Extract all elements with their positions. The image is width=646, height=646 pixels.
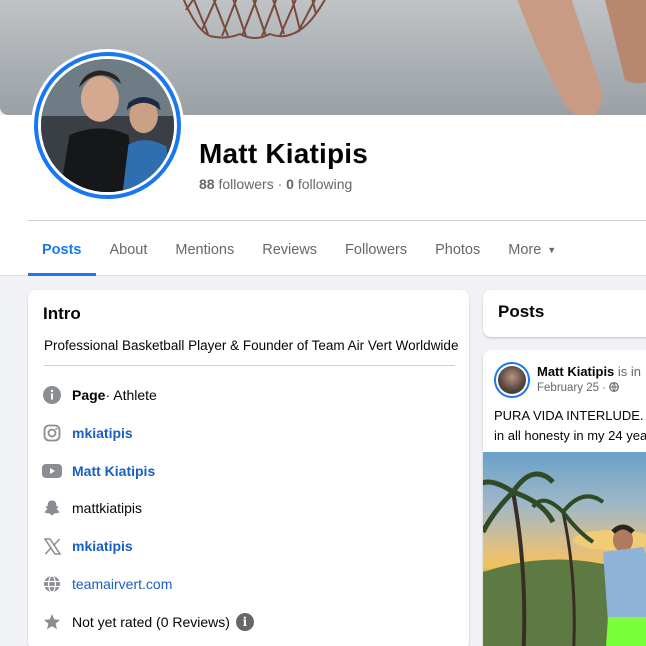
followers-count[interactable]: 88 — [199, 176, 215, 192]
intro-row-youtube[interactable]: Matt Kiatipis — [42, 459, 155, 483]
instagram-icon — [42, 423, 62, 443]
x-link[interactable]: mkiatipis — [72, 538, 133, 554]
x-icon — [42, 536, 62, 556]
public-globe-icon — [609, 382, 620, 393]
post-card: Matt Kiatipis is in February 25 · PURA V… — [483, 350, 646, 646]
post-date[interactable]: February 25 · — [537, 382, 609, 394]
player-arm-graphic — [517, 0, 646, 115]
star-icon — [42, 612, 62, 632]
post-author-avatar[interactable] — [494, 362, 530, 398]
caret-down-icon: ▼ — [547, 245, 557, 255]
globe-icon — [42, 574, 62, 594]
post-text: PURA VIDA INTERLUDE. in all honesty in m… — [494, 406, 646, 446]
follow-stats: 88 followers · 0 following — [199, 176, 352, 192]
following-count[interactable]: 0 — [286, 176, 294, 192]
post-text-line-1: PURA VIDA INTERLUDE. — [494, 406, 646, 426]
tab-more-label: More — [508, 242, 542, 258]
intro-divider — [44, 365, 455, 366]
tab-more[interactable]: More ▼ — [494, 224, 570, 276]
category-label: Page — [72, 387, 106, 403]
info-icon — [42, 385, 62, 405]
stats-separator: · — [273, 176, 287, 192]
avatar-people-graphic — [41, 59, 174, 192]
posts-header-card: Posts — [483, 290, 646, 337]
rating-info-icon[interactable]: i — [235, 613, 254, 631]
category-detail: · Athlete — [105, 387, 157, 403]
profile-name: Matt Kiatipis — [199, 138, 369, 169]
snapchat-username: mattkiatipis — [72, 500, 143, 516]
post-photo-graphic — [483, 471, 646, 646]
following-label[interactable]: following — [298, 176, 352, 192]
website-link[interactable]: teamairvert.com — [72, 576, 172, 592]
intro-row-category: Page · Athlete — [42, 383, 157, 407]
intro-row-rating: Not yet rated (0 Reviews) i — [42, 610, 254, 634]
tab-posts[interactable]: Posts — [28, 224, 96, 276]
intro-row-x[interactable]: mkiatipis — [42, 534, 133, 558]
tab-about[interactable]: About — [96, 224, 162, 276]
intro-row-website[interactable]: teamairvert.com — [42, 572, 172, 596]
tab-mentions[interactable]: Mentions — [161, 224, 248, 276]
intro-row-instagram[interactable]: mkiatipis — [42, 421, 133, 445]
followers-label[interactable]: followers — [218, 176, 273, 192]
intro-row-snapchat: mattkiatipis — [42, 496, 142, 520]
tab-photos[interactable]: Photos — [421, 224, 494, 276]
snapchat-icon — [42, 498, 62, 518]
basketball-net-graphic — [182, 0, 326, 39]
post-text-line-2: in all honesty in my 24 yea — [494, 428, 646, 443]
tab-reviews[interactable]: Reviews — [248, 224, 331, 276]
post-text-line-1-content: PURA VIDA INTERLUDE. — [494, 408, 646, 423]
post-avatar-photo — [498, 366, 526, 394]
profile-tabs: Posts About Mentions Reviews Followers P… — [28, 224, 570, 276]
post-photo[interactable] — [483, 452, 646, 646]
post-author-line: Matt Kiatipis is in — [537, 364, 641, 379]
posts-title: Posts — [498, 302, 545, 321]
instagram-link[interactable]: mkiatipis — [72, 425, 133, 441]
avatar-photo — [41, 59, 174, 192]
tab-followers[interactable]: Followers — [331, 224, 421, 276]
post-author-suffix: is in — [614, 364, 642, 379]
intro-bio: Professional Basketball Player & Founder… — [44, 338, 459, 353]
rating-text: Not yet rated (0 Reviews) — [72, 614, 230, 630]
intro-title: Intro — [43, 304, 81, 323]
header-divider — [28, 220, 646, 221]
intro-card: Intro Professional Basketball Player & F… — [28, 290, 469, 646]
youtube-icon — [42, 461, 62, 481]
post-meta: February 25 · — [537, 382, 620, 394]
youtube-link[interactable]: Matt Kiatipis — [72, 463, 155, 479]
story-ring — [34, 52, 181, 199]
post-author-name[interactable]: Matt Kiatipis — [537, 364, 614, 379]
profile-avatar[interactable] — [31, 49, 184, 202]
